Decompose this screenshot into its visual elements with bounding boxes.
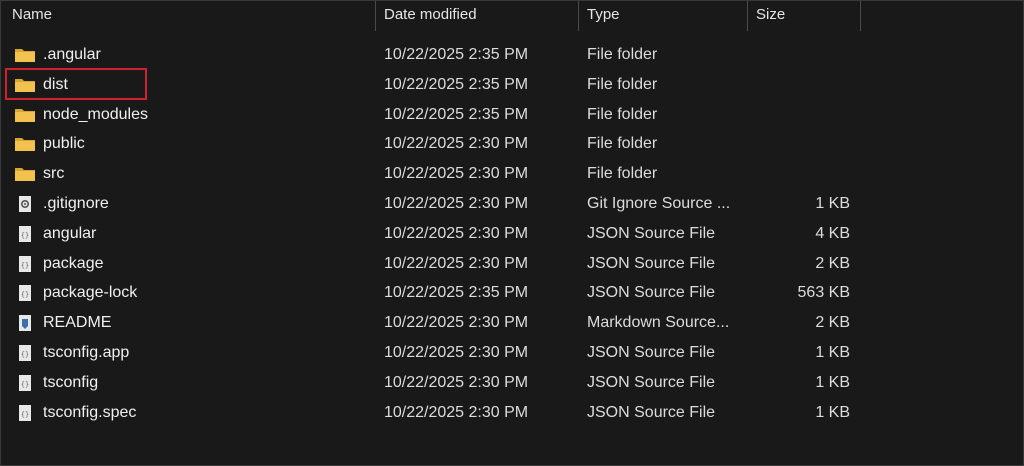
file-row[interactable]: public 10/22/2025 2:30 PM File folder — [1, 129, 1023, 159]
file-type: JSON Source File — [587, 344, 716, 361]
svg-text:{}: {} — [21, 380, 29, 388]
json-file-icon: {} — [14, 344, 36, 362]
file-date-modified: 10/22/2025 2:30 PM — [384, 403, 529, 421]
column-divider[interactable] — [747, 1, 748, 31]
file-date-modified: 10/22/2025 2:30 PM — [384, 344, 529, 361]
file-date-modified: 10/22/2025 2:35 PM — [384, 75, 529, 93]
file-row[interactable]: {} tsconfig 10/22/2025 2:30 PM JSON Source … — [1, 368, 1023, 398]
file-name: angular — [43, 224, 97, 242]
file-row[interactable]: node_modules 10/22/2025 2:35 PM File folde… — [1, 100, 1023, 130]
file-row[interactable]: {} tsconfig.app 10/22/2025 2:30 PM JSON Sou… — [1, 338, 1023, 368]
folder-icon — [14, 46, 36, 64]
svg-text:{}: {} — [21, 291, 29, 299]
svg-text:{}: {} — [21, 231, 29, 239]
folder-icon — [14, 135, 36, 153]
json-file-icon: {} — [14, 284, 36, 302]
file-date-modified: 10/22/2025 2:30 PM — [384, 373, 529, 391]
file-name: package — [43, 254, 104, 272]
file-date-modified: 10/22/2025 2:35 PM — [384, 46, 529, 63]
file-name: .gitignore — [43, 195, 109, 212]
file-row[interactable]: {} package 10/22/2025 2:30 PM JSON Source F… — [1, 249, 1023, 279]
file-date-modified: 10/22/2025 2:30 PM — [384, 314, 529, 332]
markdown-file-icon — [14, 314, 36, 332]
file-type: File folder — [587, 135, 658, 153]
folder-icon — [14, 106, 36, 124]
file-size: 1 KB — [815, 403, 850, 421]
file-size: 563 KB — [797, 284, 850, 302]
file-size: 1 KB — [815, 373, 850, 391]
column-divider[interactable] — [375, 1, 376, 31]
file-name: node_modules — [43, 105, 148, 123]
svg-text:{}: {} — [21, 410, 29, 418]
file-date-modified: 10/22/2025 2:30 PM — [384, 135, 529, 153]
file-row[interactable]: {} tsconfig.spec 10/22/2025 2:30 PM JSON So… — [1, 398, 1023, 428]
file-type: JSON Source File — [587, 403, 716, 421]
file-explorer-list: Name Date modified Type Size .angular 10/… — [0, 0, 1024, 466]
file-type: File folder — [587, 105, 658, 123]
column-header-bar: Name Date modified Type Size — [1, 1, 1023, 31]
column-header-type[interactable]: Type — [580, 1, 747, 31]
column-divider[interactable] — [578, 1, 579, 31]
file-name: tsconfig — [43, 373, 99, 391]
column-header-date-modified[interactable]: Date modified — [377, 1, 577, 31]
file-row[interactable]: .gitignore 10/22/2025 2:30 PM Git Ignore S… — [1, 189, 1023, 219]
json-file-icon: {} — [14, 255, 36, 273]
file-row[interactable]: .angular 10/22/2025 2:35 PM File folder — [1, 40, 1023, 70]
file-type: File folder — [587, 165, 658, 183]
file-type: JSON Source File — [587, 284, 716, 302]
file-name: tsconfig.app — [43, 344, 130, 361]
file-type: Git Ignore Source ... — [587, 195, 731, 212]
column-header-name[interactable]: Name — [5, 1, 375, 31]
file-date-modified: 10/22/2025 2:30 PM — [384, 224, 529, 242]
file-name: package-lock — [43, 284, 138, 302]
file-name: README — [43, 314, 112, 332]
json-file-icon: {} — [14, 225, 36, 243]
file-type: File folder — [587, 46, 658, 63]
json-file-icon: {} — [14, 404, 36, 422]
file-type: JSON Source File — [587, 254, 716, 272]
file-row[interactable]: src 10/22/2025 2:30 PM File folder — [1, 159, 1023, 189]
file-date-modified: 10/22/2025 2:30 PM — [384, 254, 529, 272]
file-date-modified: 10/22/2025 2:30 PM — [384, 165, 529, 183]
file-name: public — [43, 135, 85, 153]
highlight-box — [5, 68, 147, 100]
column-header-size[interactable]: Size — [749, 1, 859, 31]
gitignore-file-icon — [14, 195, 36, 213]
file-type: JSON Source File — [587, 373, 716, 391]
file-date-modified: 10/22/2025 2:30 PM — [384, 195, 529, 212]
file-row[interactable]: {} package-lock 10/22/2025 2:35 PM JSON Sou… — [1, 278, 1023, 308]
file-name: src — [43, 165, 65, 183]
file-name: tsconfig.spec — [43, 403, 137, 421]
json-file-icon: {} — [14, 374, 36, 392]
file-size — [761, 70, 850, 100]
file-row[interactable]: {} angular 10/22/2025 2:30 PM JSON Source F… — [1, 219, 1023, 249]
file-row[interactable]: README 10/22/2025 2:30 PM Markdown Source.… — [1, 308, 1023, 338]
folder-icon — [14, 165, 36, 183]
svg-text:{}: {} — [21, 261, 29, 269]
file-size: 1 KB — [815, 344, 850, 361]
file-name: .angular — [43, 46, 101, 63]
file-size — [761, 40, 850, 70]
file-size — [761, 159, 850, 189]
file-type: JSON Source File — [587, 224, 716, 242]
file-date-modified: 10/22/2025 2:35 PM — [384, 284, 529, 302]
file-size — [761, 129, 850, 159]
column-divider[interactable] — [860, 1, 861, 31]
file-type: File folder — [587, 75, 658, 93]
file-size: 2 KB — [815, 254, 850, 272]
file-size: 2 KB — [815, 314, 850, 332]
file-size — [761, 100, 850, 130]
svg-text:{}: {} — [21, 351, 29, 359]
file-size: 1 KB — [815, 195, 850, 212]
file-row[interactable]: dist 10/22/2025 2:35 PM File folder — [1, 70, 1023, 100]
file-size: 4 KB — [815, 224, 850, 242]
file-date-modified: 10/22/2025 2:35 PM — [384, 105, 529, 123]
file-type: Markdown Source... — [587, 314, 730, 332]
